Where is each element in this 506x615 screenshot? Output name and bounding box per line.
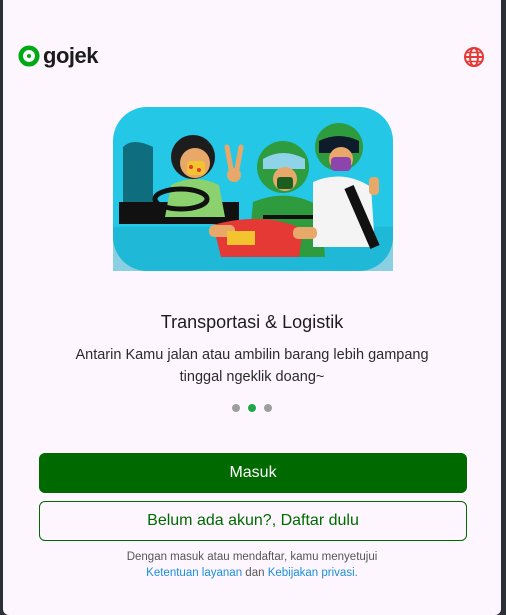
brand-name: gojek xyxy=(43,43,98,68)
onboarding-window: gojek Transportasi & Logistik Antarin Ka… xyxy=(3,0,501,615)
carousel-dot-3[interactable] xyxy=(264,404,272,412)
gojek-logo-icon xyxy=(18,45,40,67)
signup-button[interactable]: Belum ada akun?, Daftar dulu xyxy=(39,501,467,541)
carousel-dot-1[interactable] xyxy=(232,404,240,412)
globe-icon[interactable] xyxy=(462,45,486,69)
login-button[interactable]: Masuk xyxy=(39,453,467,493)
terms-notice: Dengan masuk atau mendaftar, kamu menyet… xyxy=(3,549,501,581)
terms-prefix: Dengan masuk atau mendaftar, kamu menyet… xyxy=(126,551,378,563)
terms-of-service-link[interactable]: Ketentuan layanan xyxy=(146,567,242,579)
privacy-policy-link[interactable]: Kebijakan privasi. xyxy=(268,567,358,579)
gojek-logo: gojek xyxy=(18,43,98,69)
carousel-indicator xyxy=(3,404,501,412)
slide-description: Antarin Kamu jalan atau ambilin barang l… xyxy=(75,347,429,385)
motorbike-riders-illustration xyxy=(113,107,393,271)
slide-title: Transportasi & Logistik xyxy=(160,312,344,332)
header: gojek xyxy=(18,43,486,71)
carousel-dot-2[interactable] xyxy=(248,404,256,412)
terms-links-line: Ketentuan layanan dan Kebijakan privasi. xyxy=(3,565,501,581)
terms-conjunction: dan xyxy=(245,567,265,579)
